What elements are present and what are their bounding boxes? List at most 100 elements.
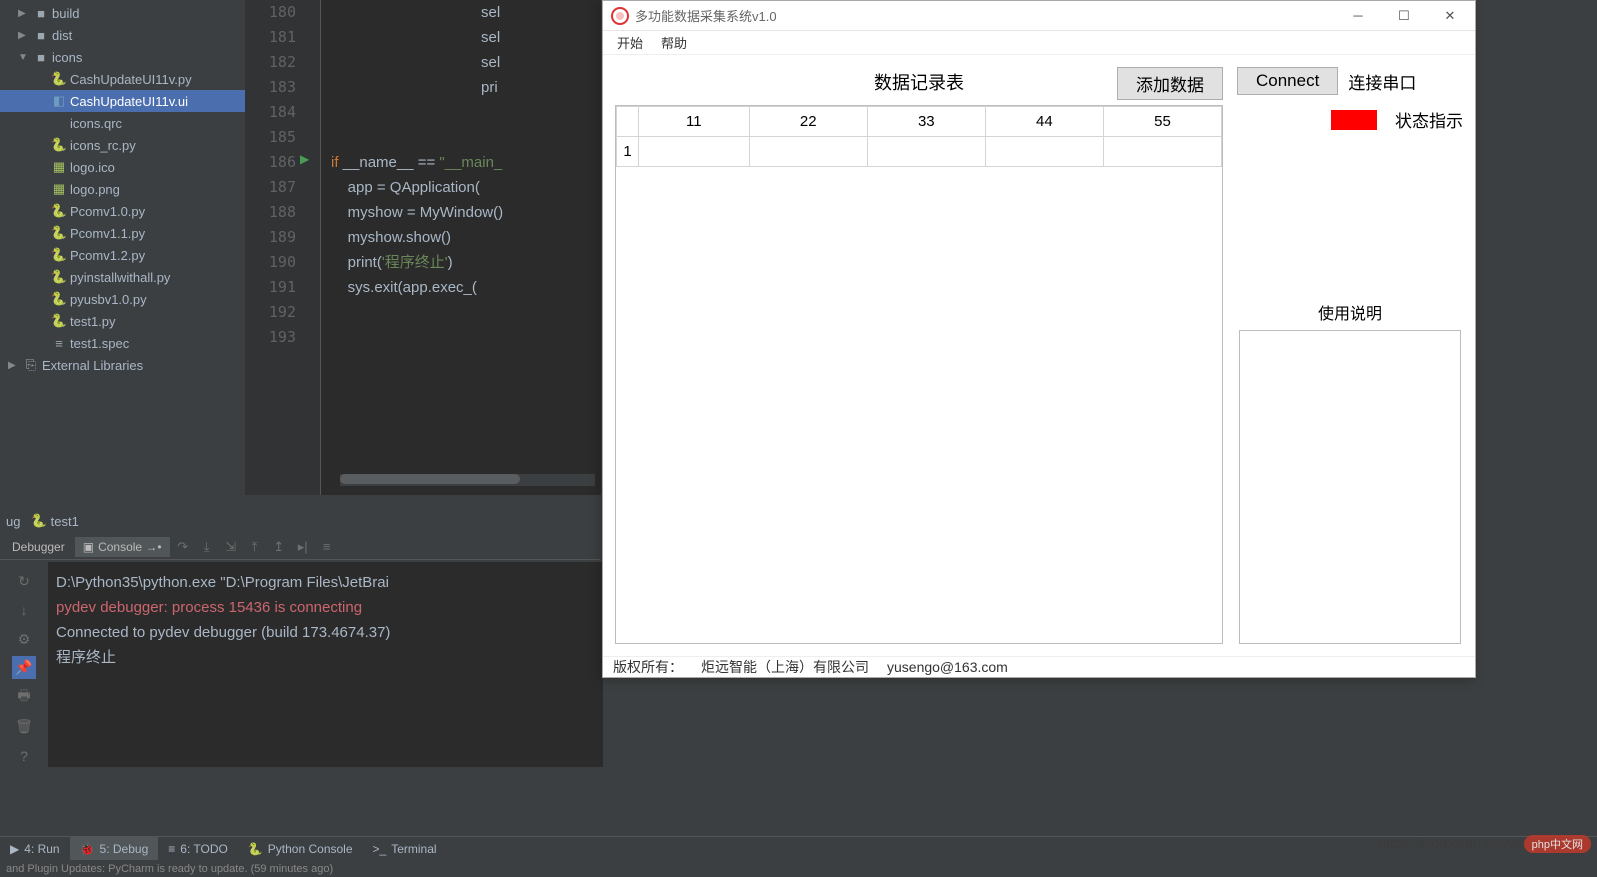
expand-arrow-icon[interactable]: ▼ [18,52,32,63]
tree-item[interactable]: ▶■build [0,2,245,24]
bottom-tab[interactable]: 🐞5: Debug [70,837,159,860]
print-icon[interactable]: 🖶 [12,685,36,709]
step-into-icon[interactable]: ⤓ [196,539,218,555]
console-line: 程序终止 [56,645,595,670]
rerun-icon[interactable]: ↻ [12,570,36,593]
app-icon [611,7,629,25]
tree-item[interactable]: 🐍icons_rc.py [0,134,245,156]
tab-icon: 🐞 [80,842,95,856]
console-tab[interactable]: ▣Console →• [75,537,170,557]
pin-icon[interactable]: 📌 [12,656,36,679]
code-editor[interactable]: selselselpriif __name__ == "__main_ app … [321,0,601,495]
data-table[interactable]: 1122334455 1 [615,105,1223,644]
line-number: 191 [245,275,320,300]
code-line[interactable]: if __name__ == "__main_ [321,150,601,175]
run-config-name[interactable]: test1 [51,514,79,529]
tree-item[interactable]: ▶⎘External Libraries [0,354,245,376]
img-icon: ▦ [50,181,68,197]
tree-item[interactable]: ◧CashUpdateUI11v.ui [0,90,245,112]
tree-label: CashUpdateUI11v.ui [70,94,188,109]
code-line[interactable]: myshow = MyWindow() [321,200,601,225]
bottom-tab[interactable]: ▶4: Run [0,837,70,860]
bottom-tool-bar: ▶4: Run🐞5: Debug≡6: TODO🐍Python Console>… [0,836,1597,860]
tree-item[interactable]: icons.qrc [0,112,245,134]
bottom-tab[interactable]: ≡6: TODO [158,837,238,860]
py-icon: 🐍 [50,291,68,307]
maximize-button[interactable]: ☐ [1381,1,1427,31]
line-number: 190 [245,250,320,275]
tree-item[interactable]: 🐍test1.py [0,310,245,332]
trash-icon[interactable]: 🗑 [12,715,36,738]
code-line[interactable]: print('程序终止') [321,250,601,275]
tree-item[interactable]: ≡test1.spec [0,332,245,354]
table-header[interactable]: 33 [867,107,985,137]
code-line[interactable]: app = QApplication( [321,175,601,200]
force-step-icon[interactable]: ⤒ [244,539,266,555]
tree-item[interactable]: 🐍pyusbv1.0.py [0,288,245,310]
table-header[interactable]: 11 [639,107,750,137]
tree-label: External Libraries [42,358,143,373]
tree-item[interactable]: ▼■icons [0,46,245,68]
table-header[interactable]: 22 [749,107,867,137]
line-number: 184 [245,100,320,125]
status-label: 状态指示 [1395,107,1463,132]
step-out-icon[interactable]: ↥ [268,539,290,555]
tree-label: pyinstallwithall.py [70,270,170,285]
code-line[interactable]: sel [321,50,601,75]
tree-item[interactable]: 🐍Pcomv1.1.py [0,222,245,244]
run-gutter-icon[interactable]: ▶ [300,152,309,166]
code-line[interactable] [321,125,601,150]
close-button[interactable]: ✕ [1427,1,1473,31]
console-line: Connected to pydev debugger (build 173.4… [56,620,595,645]
instructions-box[interactable] [1239,330,1461,644]
settings-icon[interactable]: ⚙ [12,628,36,651]
code-line[interactable]: sys.exit(app.exec_( [321,275,601,300]
minimize-button[interactable]: ─ [1335,1,1381,31]
code-line[interactable]: sel [321,0,601,25]
table-cell[interactable] [639,137,750,167]
table-cell[interactable] [867,137,985,167]
tree-item[interactable]: 🐍CashUpdateUI11v.py [0,68,245,90]
run-to-cursor-icon[interactable]: ▸| [292,539,314,555]
console-line: pydev debugger: process 15436 is connect… [56,595,595,620]
step-over-icon[interactable]: ↷ [172,539,194,555]
table-cell[interactable] [985,137,1103,167]
tree-label: test1.py [70,314,116,329]
evaluate-icon[interactable]: ≡ [316,539,338,554]
expand-arrow-icon[interactable]: ▶ [8,360,22,371]
add-data-button[interactable]: 添加数据 [1117,67,1223,100]
status-indicator [1331,110,1377,130]
tree-item[interactable]: ▦logo.ico [0,156,245,178]
connect-button[interactable]: Connect [1237,67,1338,95]
debug-console[interactable]: D:\Python35\python.exe "D:\Program Files… [48,562,603,767]
menu-item[interactable]: 开始 [609,31,651,54]
tree-item[interactable]: 🐍pyinstallwithall.py [0,266,245,288]
code-line[interactable] [321,100,601,125]
down-icon[interactable]: ↓ [12,599,36,622]
bottom-tab[interactable]: 🐍Python Console [238,837,363,860]
help-icon[interactable]: ? [12,744,36,767]
tab-icon: 🐍 [248,842,263,856]
step-into-my-icon[interactable]: ⇲ [220,539,242,555]
debugger-tab[interactable]: Debugger [4,537,73,557]
tree-item[interactable]: 🐍Pcomv1.2.py [0,244,245,266]
expand-arrow-icon[interactable]: ▶ [18,30,32,41]
expand-arrow-icon[interactable]: ▶ [18,8,32,19]
table-cell[interactable] [1103,137,1221,167]
bottom-tab[interactable]: >_Terminal [363,837,447,860]
py-icon: 🐍 [50,269,68,285]
code-line[interactable]: myshow.show() [321,225,601,250]
menu-item[interactable]: 帮助 [653,31,695,54]
tree-item[interactable]: 🐍Pcomv1.0.py [0,200,245,222]
tree-item[interactable]: ▶■dist [0,24,245,46]
code-line[interactable]: pri [321,75,601,100]
table-cell[interactable] [749,137,867,167]
code-line[interactable]: sel [321,25,601,50]
editor-horizontal-scrollbar[interactable] [340,474,595,486]
row-number[interactable]: 1 [617,137,639,167]
tab-label: 6: TODO [180,842,228,856]
tree-item[interactable]: ▦logo.png [0,178,245,200]
table-header[interactable]: 55 [1103,107,1221,137]
debug-run-config-bar: ug 🐍 test1 [0,508,600,534]
table-header[interactable]: 44 [985,107,1103,137]
